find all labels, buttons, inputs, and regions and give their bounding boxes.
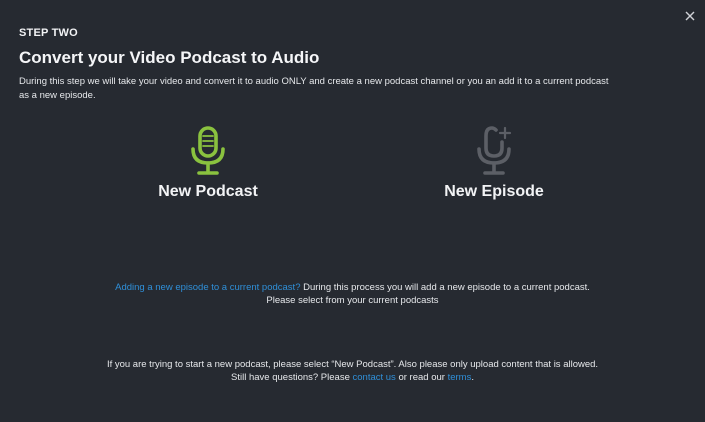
terms-link[interactable]: terms <box>448 372 472 383</box>
footer-help: If you are trying to start a new podcast… <box>0 358 705 384</box>
footer-line1: If you are trying to start a new podcast… <box>106 359 599 370</box>
episode-info: Adding a new episode to a current podcas… <box>0 281 705 307</box>
close-icon[interactable] <box>683 9 697 23</box>
footer-text-c: . <box>471 372 474 383</box>
episode-info-line2: Please select from your current podcasts <box>266 295 439 306</box>
footer-text-a: Still have questions? Please <box>231 372 353 383</box>
contact-us-link[interactable]: contact us <box>353 372 396 383</box>
microphone-plus-icon <box>477 126 512 175</box>
new-podcast-option[interactable]: New Podcast <box>128 126 288 201</box>
microphone-icon <box>191 126 225 175</box>
new-episode-label: New Episode <box>444 183 544 200</box>
new-podcast-label: New Podcast <box>158 183 258 200</box>
new-episode-option[interactable]: New Episode <box>414 126 574 201</box>
episode-info-text: During this process you will add a new e… <box>300 282 590 293</box>
page-title: Convert your Video Podcast to Audio <box>19 48 320 67</box>
add-episode-link[interactable]: Adding a new episode to a current podcas… <box>115 282 300 293</box>
footer-text-b: or read our <box>395 372 448 383</box>
step-description: During this step we will take your video… <box>19 76 609 101</box>
step-label: STEP TWO <box>19 27 78 39</box>
